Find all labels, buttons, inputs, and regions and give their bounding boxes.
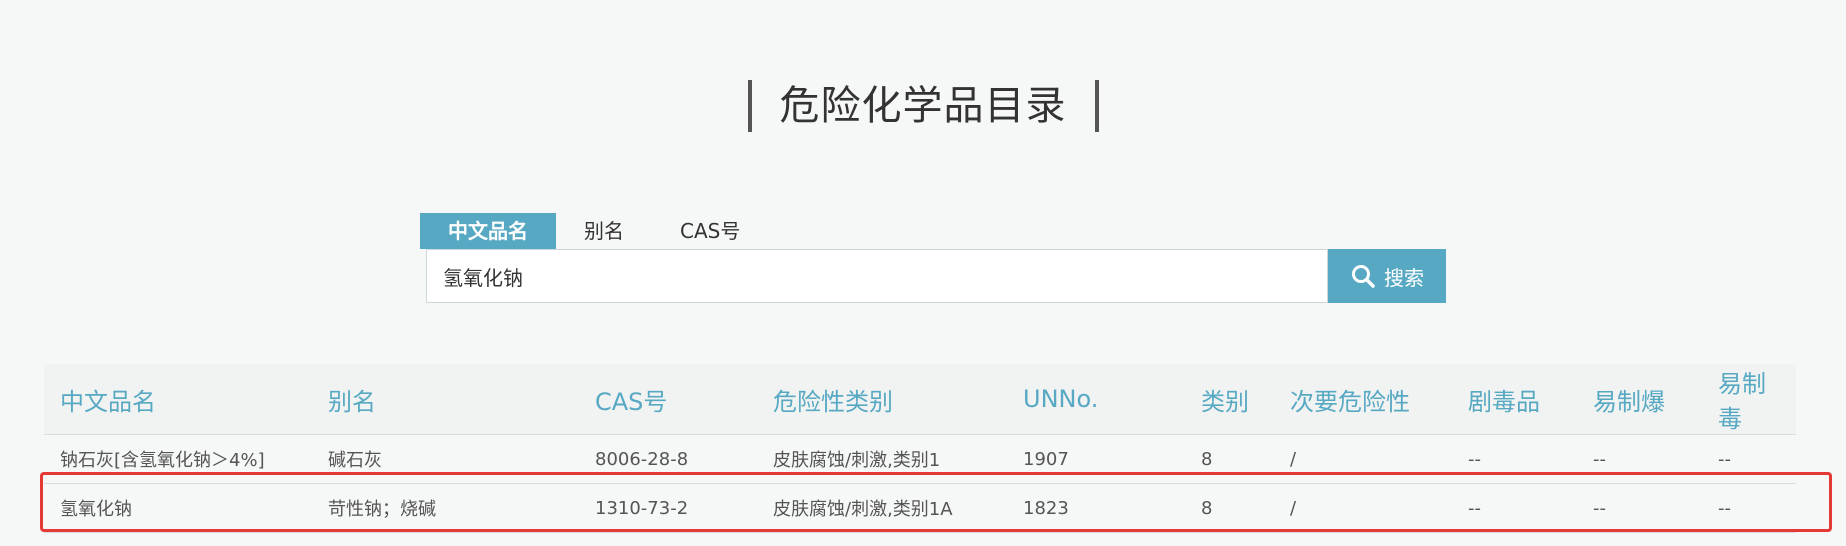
- table-row[interactable]: 氢氧化钠 苛性钠；烧碱 1310-73-2 皮肤腐蚀/刺激,类别1A 1823 …: [44, 483, 1796, 533]
- header-highly-toxic: 剧毒品: [1452, 364, 1577, 435]
- search-input[interactable]: [426, 249, 1328, 303]
- tab-chinese-name[interactable]: 中文品名: [420, 213, 556, 249]
- header-category: 类别: [1185, 364, 1274, 435]
- search-button-label: 搜索: [1384, 265, 1424, 290]
- table-row[interactable]: 钠石灰[含氢氧化钠＞4%] 碱石灰 8006-28-8 皮肤腐蚀/刺激,类别1 …: [44, 434, 1796, 484]
- cell-drug-precursor: --: [1702, 483, 1796, 533]
- title-wrap: 危险化学品目录: [0, 80, 1846, 132]
- header-alias: 别名: [312, 364, 579, 435]
- cell-chinese-name: 氢氧化钠: [44, 483, 312, 533]
- cell-chinese-name: 钠石灰[含氢氧化钠＞4%]: [44, 434, 312, 484]
- search-tabs: 中文品名 别名 CAS号: [420, 213, 768, 249]
- header-explosive-precursor: 易制爆: [1577, 364, 1702, 435]
- cell-category: 8: [1185, 483, 1274, 533]
- cell-drug-precursor: --: [1702, 434, 1796, 484]
- cell-highly-toxic: --: [1452, 434, 1577, 484]
- header-secondary-hazard: 次要危险性: [1274, 364, 1452, 435]
- cell-category: 8: [1185, 434, 1274, 484]
- cell-un-no: 1823: [1007, 483, 1185, 533]
- cell-un-no: 1907: [1007, 434, 1185, 484]
- results-table-wrap: 中文品名 别名 CAS号 危险性类别 UNNo. 类别 次要危险性 剧毒品 易制…: [44, 364, 1796, 533]
- header-un-no: UNNo.: [1007, 364, 1185, 435]
- cell-highly-toxic: --: [1452, 483, 1577, 533]
- cell-hazard-class: 皮肤腐蚀/刺激,类别1: [757, 434, 1007, 484]
- cell-secondary-hazard: /: [1274, 434, 1452, 484]
- search-icon: [1352, 265, 1375, 288]
- header-drug-precursor: 易制毒: [1702, 364, 1796, 435]
- cell-alias: 碱石灰: [312, 434, 579, 484]
- page-title: 危险化学品目录: [747, 80, 1099, 132]
- header-cas: CAS号: [579, 364, 757, 435]
- cell-cas: 8006-28-8: [579, 434, 757, 484]
- tab-cas[interactable]: CAS号: [652, 213, 768, 249]
- search-bar: 搜索: [426, 249, 1446, 303]
- cell-explosive-precursor: --: [1577, 483, 1702, 533]
- header-chinese-name: 中文品名: [44, 364, 312, 435]
- cell-cas: 1310-73-2: [579, 483, 757, 533]
- cell-secondary-hazard: /: [1274, 483, 1452, 533]
- cell-hazard-class: 皮肤腐蚀/刺激,类别1A: [757, 483, 1007, 533]
- results-table: 中文品名 别名 CAS号 危险性类别 UNNo. 类别 次要危险性 剧毒品 易制…: [44, 364, 1796, 533]
- cell-explosive-precursor: --: [1577, 434, 1702, 484]
- header-hazard-class: 危险性类别: [757, 364, 1007, 435]
- table-header-row: 中文品名 别名 CAS号 危险性类别 UNNo. 类别 次要危险性 剧毒品 易制…: [44, 364, 1796, 435]
- cell-alias: 苛性钠；烧碱: [312, 483, 579, 533]
- search-button[interactable]: 搜索: [1328, 249, 1446, 303]
- tab-alias[interactable]: 别名: [556, 213, 652, 249]
